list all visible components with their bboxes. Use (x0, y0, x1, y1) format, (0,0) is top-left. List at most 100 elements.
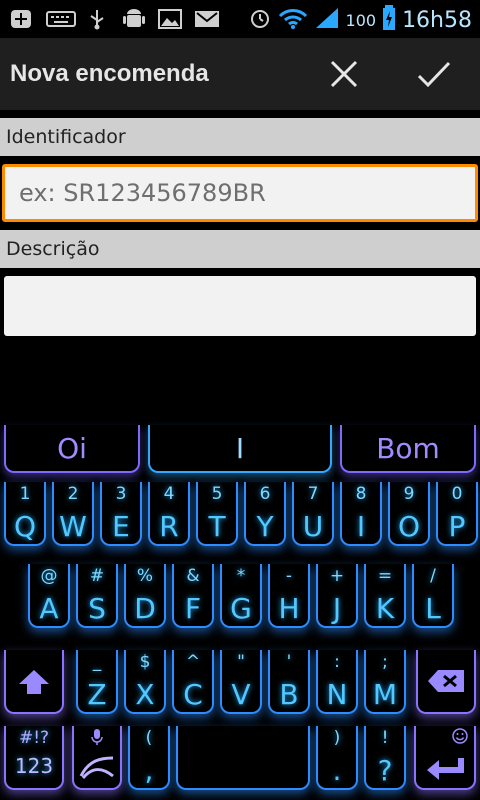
key-n[interactable]: :N (316, 650, 358, 714)
key-primary-label: F (184, 592, 202, 625)
key-a[interactable]: @ A (28, 564, 70, 628)
key-s[interactable]: # S (76, 564, 118, 628)
key-secondary-label: 5 (211, 484, 223, 504)
key-primary-label: C (183, 678, 203, 711)
key-h[interactable]: -H (268, 564, 310, 628)
shift-icon (6, 668, 62, 696)
key-x[interactable]: $ X (124, 650, 166, 714)
key-secondary-label: / (430, 566, 436, 586)
key-secondary-label: _ (92, 652, 102, 672)
key-m[interactable]: ; M (364, 650, 406, 714)
key-secondary-label: ^ (185, 652, 201, 672)
key-secondary-label: 1 (19, 484, 31, 504)
close-icon (330, 60, 358, 88)
key-y[interactable]: 6Y (244, 482, 286, 546)
mic-swype-key[interactable] (72, 726, 122, 790)
key-l[interactable]: / L (412, 564, 454, 628)
key-t[interactable]: 5T (196, 482, 238, 546)
key-q[interactable]: 1Q (4, 482, 46, 546)
key-primary-label: Y (256, 510, 274, 543)
enter-icon (416, 756, 474, 780)
key-secondary-label: 0 (451, 484, 463, 504)
space-key[interactable] (176, 726, 310, 790)
key-o[interactable]: 9O (388, 482, 430, 546)
key-e[interactable]: 3E (100, 482, 142, 546)
identificador-placeholder: ex: SR123456789BR (19, 179, 266, 207)
key-primary-label: W (59, 510, 87, 543)
key-z[interactable]: _ Z (76, 650, 118, 714)
alarm-icon (248, 6, 272, 34)
key-secondary-label: 2 (67, 484, 79, 504)
signal-icon (314, 6, 340, 34)
check-icon (417, 61, 451, 88)
key-primary-label: I (356, 510, 366, 543)
comma-key[interactable]: ( , (128, 726, 170, 790)
key-secondary-label: 3 (115, 484, 127, 504)
key-primary-label: P (448, 510, 466, 543)
gmail-icon (194, 9, 220, 29)
identificador-wrap: ex: SR123456789BR (0, 156, 480, 230)
page-title: Nova encomenda (10, 60, 209, 87)
key-k[interactable]: = K (364, 564, 406, 628)
suggestion-3[interactable]: Bom (340, 425, 476, 473)
key-primary-label: B (279, 678, 299, 711)
identificador-input[interactable]: ex: SR123456789BR (2, 164, 478, 222)
suggestion-2[interactable]: I (148, 425, 332, 473)
key-u[interactable]: 7U (292, 482, 334, 546)
period-key[interactable]: ) . (316, 726, 358, 790)
key-secondary-label: 6 (259, 484, 271, 504)
key-primary-label: G (230, 592, 252, 625)
shift-key[interactable] (4, 650, 64, 714)
key-primary-label: Z (87, 678, 107, 711)
key-primary-label: L (425, 592, 441, 625)
key-c[interactable]: ^ C (172, 650, 214, 714)
wifi-icon (278, 6, 308, 34)
key-secondary-label: % (136, 566, 154, 586)
suggestion-1[interactable]: Oi (4, 425, 140, 473)
key-primary-label: M (372, 678, 398, 711)
key-g[interactable]: * G (220, 564, 262, 628)
key-secondary-label: ' (286, 652, 292, 672)
cancel-button[interactable] (314, 50, 374, 98)
key-primary-label: N (326, 678, 348, 711)
symbols-key[interactable]: #!? 123 (4, 726, 64, 790)
key-i[interactable]: 8I (340, 482, 382, 546)
swype-icon (74, 754, 120, 780)
key-secondary-label: - (285, 566, 293, 586)
key-f[interactable]: & F (172, 564, 214, 628)
enter-key[interactable] (414, 726, 476, 790)
key-b[interactable]: ' B (268, 650, 310, 714)
order-form: Identificador ex: SR123456789BR Descriçã… (0, 118, 480, 344)
mic-icon (74, 728, 120, 751)
key-secondary-label: = (377, 566, 393, 586)
key-j[interactable]: + J (316, 564, 358, 628)
keyboard-icon (46, 9, 76, 29)
key-secondary-label: * (236, 566, 246, 586)
key-secondary-label: @ (40, 566, 58, 586)
key-primary-label: E (112, 510, 130, 543)
key-w[interactable]: 2W (52, 482, 94, 546)
key-primary-label: O (397, 510, 421, 543)
key-primary-label: J (332, 592, 342, 625)
image-icon (158, 9, 182, 29)
key-secondary-label: 4 (163, 484, 175, 504)
key-primary-label: H (278, 592, 300, 625)
key-p[interactable]: 0P (436, 482, 478, 546)
backspace-key[interactable] (416, 650, 476, 714)
key-d[interactable]: % D (124, 564, 166, 628)
key-primary-label: A (39, 592, 59, 625)
key-primary-label: T (208, 510, 226, 543)
confirm-button[interactable] (404, 50, 464, 98)
question-key[interactable]: ! ? (364, 726, 406, 790)
key-v[interactable]: " V (220, 650, 262, 714)
key-secondary-label: + (329, 566, 345, 586)
status-bar: 100 16h58 (0, 0, 480, 38)
descricao-wrap (0, 268, 480, 344)
descricao-input[interactable] (4, 276, 476, 336)
key-secondary-label: : (334, 652, 340, 672)
smiley-icon (416, 728, 474, 749)
usb-icon (88, 9, 106, 30)
key-primary-label: R (159, 510, 179, 543)
key-secondary-label: " (237, 652, 245, 672)
key-r[interactable]: 4R (148, 482, 190, 546)
